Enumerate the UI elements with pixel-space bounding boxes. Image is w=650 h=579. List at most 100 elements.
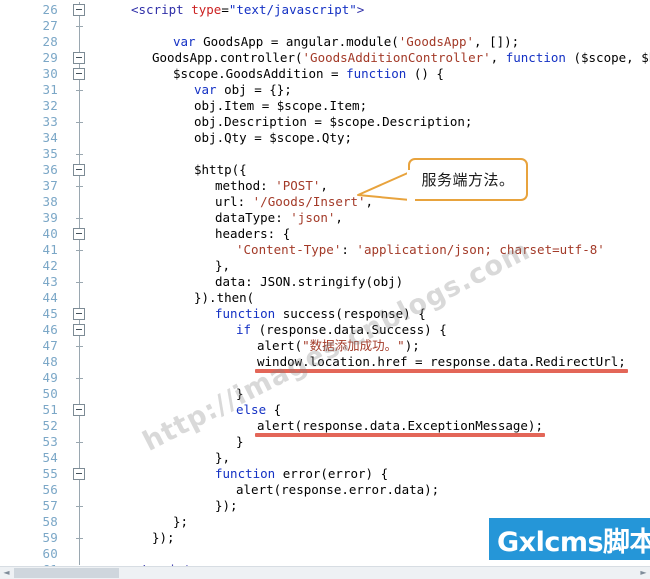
code-line[interactable]: $scope.GoodsAddition = function () { [173, 66, 444, 82]
line-number: 38 [42, 194, 58, 209]
line-number: 56 [42, 482, 58, 497]
line-number: 60 [42, 546, 58, 561]
code-line[interactable]: function error(error) { [215, 466, 388, 482]
callout-box: 服务端方法。 [408, 158, 528, 201]
code-line[interactable]: obj.Qty = $scope.Qty; [194, 130, 352, 146]
line-number: 44 [42, 290, 58, 305]
line-number: 51 [42, 402, 58, 417]
line-number: 43 [42, 274, 58, 289]
line-number: 53 [42, 434, 58, 449]
code-line[interactable]: url: '/Goods/Insert', [215, 194, 373, 210]
line-number: 31 [42, 82, 58, 97]
code-line[interactable]: data: JSON.stringify(obj) [215, 274, 403, 290]
code-content[interactable]: <script type="text/javascript"> var Goods… [80, 0, 650, 579]
code-token: if [236, 322, 252, 337]
code-token: GoodsApp.controller( [152, 50, 303, 65]
code-token: dataType: [215, 210, 291, 225]
code-line[interactable]: alert(response.error.data); [236, 482, 439, 498]
code-token: GoodsApp = angular.module( [195, 34, 399, 49]
line-number: 30 [42, 66, 58, 81]
line-number: 41 [42, 242, 58, 257]
code-token: } [236, 434, 244, 449]
line-number: 28 [42, 34, 58, 49]
code-line[interactable]: dataType: 'json', [215, 210, 343, 226]
code-line[interactable]: var obj = {}; [194, 82, 292, 98]
code-token: }, [215, 450, 231, 465]
line-number: 49 [42, 370, 58, 385]
line-number: 36 [42, 162, 58, 177]
scroll-right-button[interactable]: ► [637, 567, 650, 579]
code-token: function [505, 50, 566, 65]
code-token: obj.Description = $scope.Description; [194, 114, 473, 129]
code-token: headers: { [215, 226, 291, 241]
code-line[interactable]: } [236, 434, 244, 450]
code-token: var [173, 34, 196, 49]
code-line[interactable]: <script type="text/javascript"> [131, 2, 364, 18]
code-token: method: [215, 178, 276, 193]
code-line[interactable]: }); [152, 530, 175, 546]
code-editor: 26 27 28 29 30 31 32 33 34 35 36 37 38 39 40 41 42 43 44 45… [0, 0, 650, 579]
line-number: 33 [42, 114, 58, 129]
code-token: < [131, 2, 139, 17]
code-token: }); [152, 530, 175, 545]
code-token: ($scope, $http) { [573, 50, 650, 65]
code-token: }, [215, 258, 231, 273]
code-line[interactable]: }, [215, 450, 230, 466]
line-number: 45 [42, 306, 58, 321]
line-number: 55 [42, 466, 58, 481]
code-token: 'GoodsApp' [398, 34, 475, 49]
alert-exception-message-underline [255, 433, 545, 437]
code-token: url: [215, 194, 253, 209]
code-line[interactable]: alert(response.data.ExceptionMessage); [257, 418, 543, 434]
code-line[interactable]: method: 'POST', [215, 178, 328, 194]
code-token: () { [406, 66, 444, 81]
code-line[interactable]: }).then( [194, 290, 254, 306]
line-number: 58 [42, 514, 58, 529]
code-line[interactable]: obj.Description = $scope.Description; [194, 114, 472, 130]
code-line[interactable]: obj.Item = $scope.Item; [194, 98, 367, 114]
code-token: $scope.GoodsAddition = [173, 66, 347, 81]
code-line[interactable]: }); [215, 498, 238, 514]
code-line[interactable]: var GoodsApp = angular.module('GoodsApp'… [173, 34, 519, 50]
code-token: : [341, 242, 357, 257]
line-number: 26 [42, 2, 58, 17]
code-line[interactable]: }; [173, 514, 188, 530]
site-watermark-badge-text: Gxlcms脚本 [497, 526, 650, 558]
code-line[interactable]: }, [215, 258, 230, 274]
code-line[interactable]: GoodsApp.controller('GoodsAdditionContro… [152, 50, 650, 66]
code-token: = [221, 2, 229, 17]
line-number: 40 [42, 226, 58, 241]
line-number: 35 [42, 146, 58, 161]
line-number: 47 [42, 338, 58, 353]
code-token: error(error) { [275, 466, 389, 481]
line-number: 42 [42, 258, 58, 273]
code-line[interactable]: headers: { [215, 226, 290, 242]
site-watermark-badge: Gxlcms脚本 [489, 518, 650, 560]
scrollbar-thumb[interactable] [14, 568, 119, 578]
line-number: 27 [42, 18, 58, 33]
code-token: { [266, 402, 282, 417]
code-token: function [215, 306, 276, 321]
code-line[interactable]: $http({ [194, 162, 247, 178]
code-token: obj = {}; [216, 82, 292, 97]
code-token: '/Goods/Insert' [252, 194, 366, 209]
line-number: 59 [42, 530, 58, 545]
code-line[interactable]: 'Content-Type': 'application/json; chars… [236, 242, 605, 258]
line-number: 48 [42, 354, 58, 369]
line-number: 54 [42, 450, 58, 465]
scroll-left-button[interactable]: ◄ [0, 567, 13, 579]
code-token: > [356, 2, 365, 17]
line-number: 50 [42, 386, 58, 401]
code-token: }); [215, 498, 238, 513]
code-token: $http({ [194, 162, 247, 177]
code-token: alert(response.error.data); [236, 482, 440, 497]
code-token: "text/javascript" [228, 2, 357, 17]
code-token: script [138, 2, 184, 17]
horizontal-scrollbar[interactable]: ◄ ► [0, 566, 650, 579]
line-number: 52 [42, 418, 58, 433]
editor-gutter: 26 27 28 29 30 31 32 33 34 35 36 37 38 39 40 41 42 43 44 45… [0, 0, 85, 579]
code-token: type [191, 2, 222, 17]
line-number: 37 [42, 178, 58, 193]
code-token: , [335, 210, 343, 225]
code-token: , []); [474, 34, 520, 49]
